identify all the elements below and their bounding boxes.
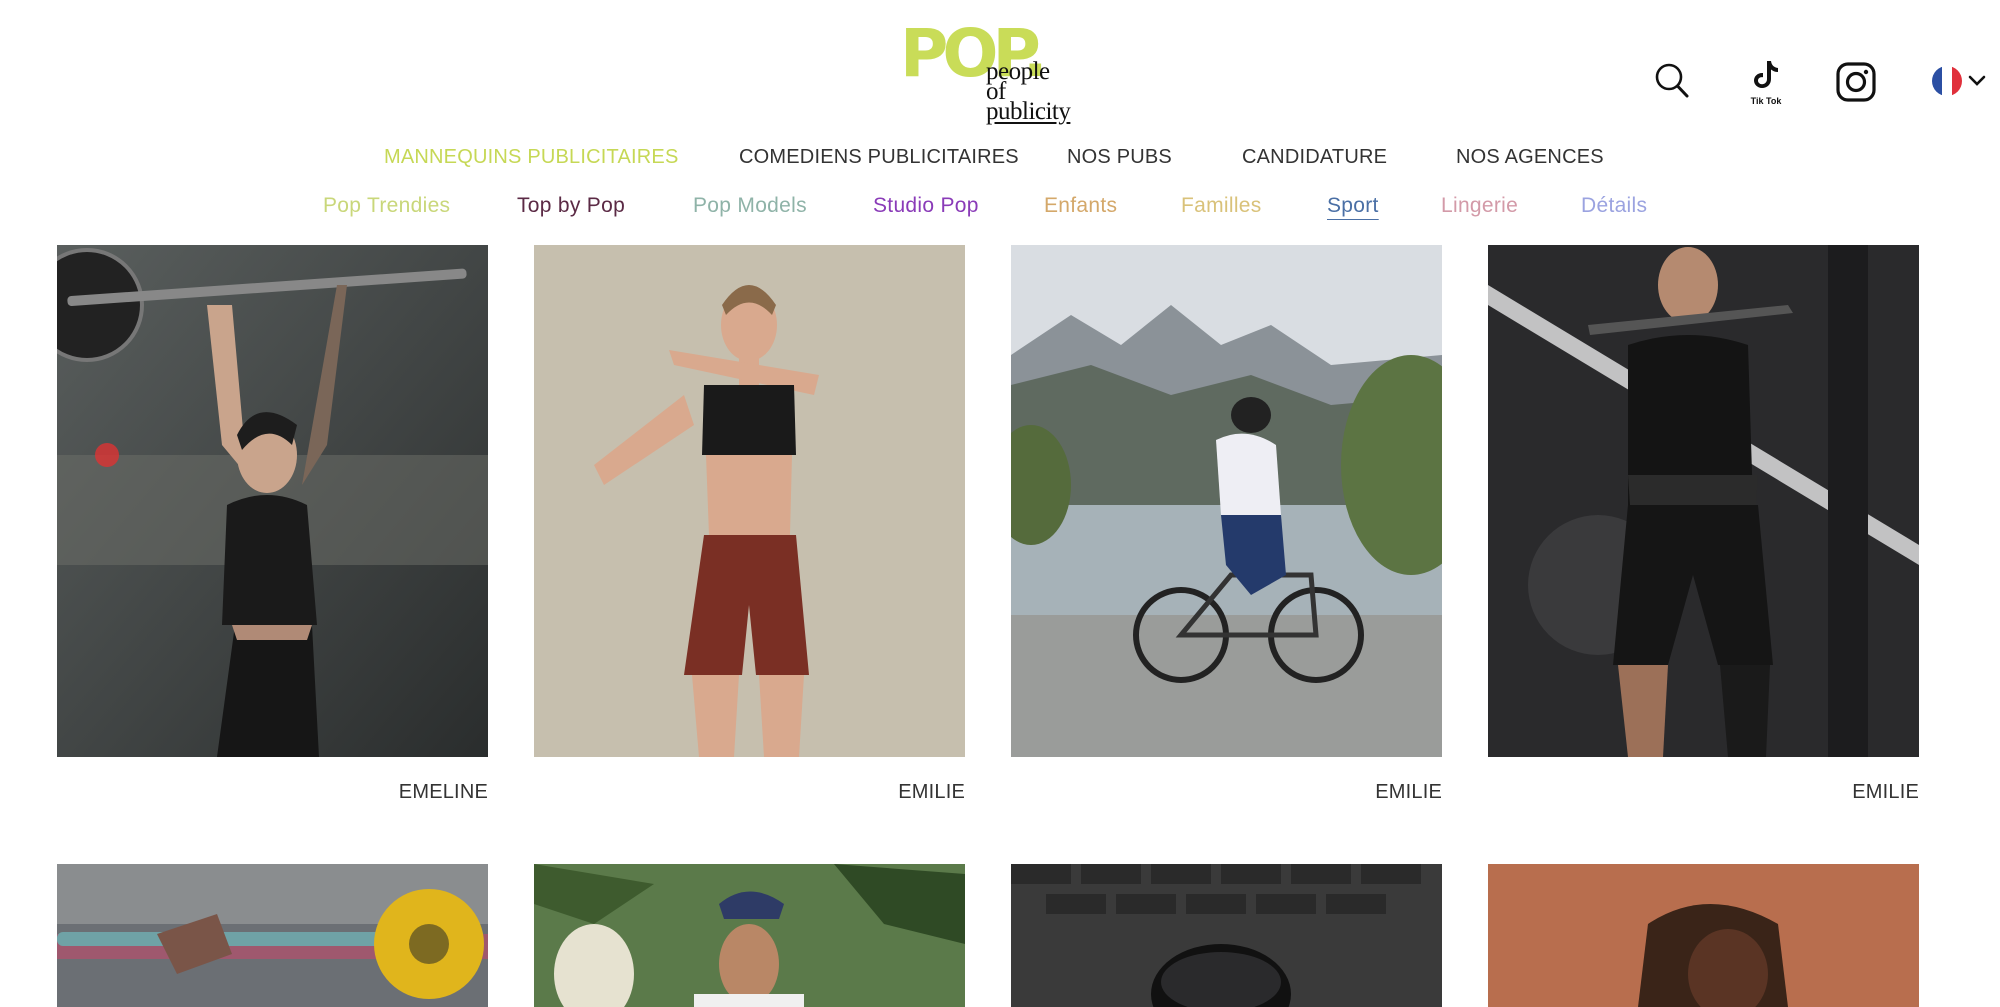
logo-line-publicity: publicity xyxy=(986,98,1071,125)
model-card[interactable]: EMILIE xyxy=(1011,245,1442,803)
nav-candidature[interactable]: CANDIDATURE xyxy=(1242,146,1387,169)
instagram-icon[interactable] xyxy=(1836,62,1876,102)
category-navigation: Pop Trendies Top by Pop Pop Models Studi… xyxy=(0,194,2000,228)
model-photo[interactable] xyxy=(534,245,965,757)
category-familles[interactable]: Familles xyxy=(1181,194,1262,218)
model-name[interactable]: EMILIE xyxy=(898,781,965,804)
model-photo[interactable] xyxy=(1011,864,1442,1007)
model-photo[interactable] xyxy=(57,864,488,1007)
category-top-by-pop[interactable]: Top by Pop xyxy=(517,194,625,218)
model-card[interactable] xyxy=(1011,864,1442,1007)
model-photo[interactable] xyxy=(534,864,965,1007)
main-navigation: MANNEQUINS PUBLICITAIRES COMEDIENS PUBLI… xyxy=(0,146,2000,176)
category-pop-trendies[interactable]: Pop Trendies xyxy=(323,194,450,218)
nav-nos-pubs[interactable]: NOS PUBS xyxy=(1067,146,1172,169)
model-photo[interactable] xyxy=(1011,245,1442,757)
search-icon[interactable] xyxy=(1654,62,1690,100)
model-card[interactable]: EMILIE xyxy=(1488,245,1919,803)
language-selector[interactable] xyxy=(1932,64,1992,98)
site-logo[interactable]: POP. people of publicity xyxy=(900,21,1080,128)
model-card[interactable] xyxy=(57,864,488,1007)
french-flag-icon xyxy=(1932,66,1962,96)
chevron-down-icon xyxy=(1968,75,1986,86)
logo-tagline: people of publicity xyxy=(986,59,1071,125)
model-name[interactable]: EMELINE xyxy=(399,781,488,804)
model-name[interactable]: EMILIE xyxy=(1852,781,1919,804)
category-pop-models[interactable]: Pop Models xyxy=(693,194,807,218)
model-photo[interactable] xyxy=(57,245,488,757)
tiktok-icon[interactable]: Tik Tok xyxy=(1748,58,1784,106)
nav-nos-agences[interactable]: NOS AGENCES xyxy=(1456,146,1604,169)
category-details[interactable]: Détails xyxy=(1581,194,1647,218)
model-photo[interactable] xyxy=(1488,864,1919,1007)
model-card[interactable]: EMILIE xyxy=(534,245,965,803)
category-lingerie[interactable]: Lingerie xyxy=(1441,194,1518,218)
category-sport[interactable]: Sport xyxy=(1327,194,1379,218)
model-card[interactable] xyxy=(534,864,965,1007)
tiktok-label: Tik Tok xyxy=(1750,96,1782,106)
model-card[interactable]: EMELINE xyxy=(57,245,488,803)
nav-mannequins-publicitaires[interactable]: MANNEQUINS PUBLICITAIRES xyxy=(384,146,678,169)
model-card[interactable] xyxy=(1488,864,1919,1007)
category-enfants[interactable]: Enfants xyxy=(1044,194,1117,218)
model-name[interactable]: EMILIE xyxy=(1375,781,1442,804)
model-photo[interactable] xyxy=(1488,245,1919,757)
nav-comediens-publicitaires[interactable]: COMEDIENS PUBLICITAIRES xyxy=(739,146,1019,169)
category-studio-pop[interactable]: Studio Pop xyxy=(873,194,979,218)
